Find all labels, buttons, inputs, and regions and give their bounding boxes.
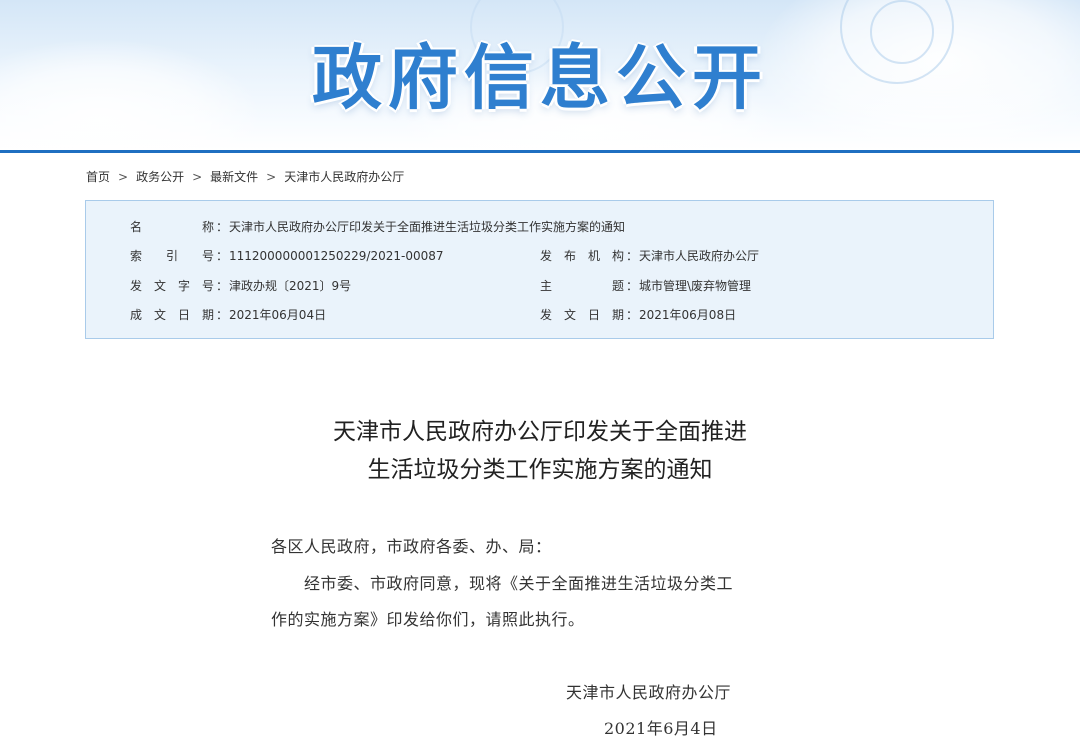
info-label-doc-number: 发 文 字 号	[130, 279, 214, 293]
info-row-name: 名 称 ： 天津市人民政府办公厅印发关于全面推进生活垃圾分类工作实施方案的通知	[86, 217, 993, 237]
info-label-subject: 主 题	[540, 279, 624, 293]
info-label-name: 名 称	[130, 220, 214, 234]
banner-divider	[0, 150, 1080, 153]
info-label-created-date: 成 文 日 期	[130, 308, 214, 322]
breadcrumb-gov-affairs-link[interactable]: 政务公开	[136, 168, 184, 185]
document-signature: 天津市人民政府办公厅	[566, 683, 732, 702]
banner: 政府信息公开	[0, 0, 1080, 150]
info-value-issuer: 天津市人民政府办公厅	[639, 249, 760, 263]
info-value-created-date: 2021年06月04日	[229, 308, 327, 322]
document-date: 2021年6月4日	[604, 719, 718, 738]
breadcrumb-latest-files-link[interactable]: 最新文件	[210, 168, 258, 185]
breadcrumb-separator: >	[118, 169, 129, 184]
info-value-name: 天津市人民政府办公厅印发关于全面推进生活垃圾分类工作实施方案的通知	[229, 220, 626, 234]
info-label-published-date: 发 文 日 期	[540, 308, 624, 322]
document-title-line-1: 天津市人民政府办公厅印发关于全面推进	[333, 419, 747, 445]
breadcrumb-home-link[interactable]: 首页	[86, 168, 110, 185]
banner-title: 政府信息公开	[312, 37, 768, 119]
document-title: 天津市人民政府办公厅印发关于全面推进 生活垃圾分类工作实施方案的通知	[0, 413, 1080, 489]
info-row-index: 索 引 号 ： 111200000001250229/2021-00087 发 …	[86, 246, 993, 266]
info-label-issuer: 发 布 机 构	[540, 249, 624, 263]
document-body-line-2: 作的实施方案》印发给你们，请照此执行。	[271, 610, 585, 629]
info-value-published-date: 2021年06月08日	[639, 308, 737, 322]
breadcrumb: 首页 > 政务公开 > 最新文件 > 天津市人民政府办公厅	[86, 168, 404, 185]
breadcrumb-current-office[interactable]: 天津市人民政府办公厅	[284, 168, 404, 185]
info-label-index: 索 引 号	[130, 249, 214, 263]
document-salutation: 各区人民政府，市政府各委、办、局：	[271, 537, 552, 556]
document-info-box: 名 称 ： 天津市人民政府办公厅印发关于全面推进生活垃圾分类工作实施方案的通知 …	[85, 200, 994, 339]
info-row-dates: 成 文 日 期 ： 2021年06月04日 发 文 日 期 ： 2021年06月…	[86, 305, 993, 325]
info-value-subject: 城市管理\废弃物管理	[639, 279, 752, 293]
document-title-line-2: 生活垃圾分类工作实施方案的通知	[367, 457, 713, 483]
breadcrumb-separator: >	[192, 169, 203, 184]
document-body-line-1: 经市委、市政府同意，现将《关于全面推进生活垃圾分类工	[304, 574, 734, 593]
info-value-index: 111200000001250229/2021-00087	[229, 249, 444, 263]
breadcrumb-separator: >	[266, 169, 277, 184]
info-row-doc-number: 发 文 字 号 ： 津政办规〔2021〕9号 主 题 ： 城市管理\废弃物管理	[86, 276, 993, 296]
info-value-doc-number: 津政办规〔2021〕9号	[229, 279, 352, 293]
